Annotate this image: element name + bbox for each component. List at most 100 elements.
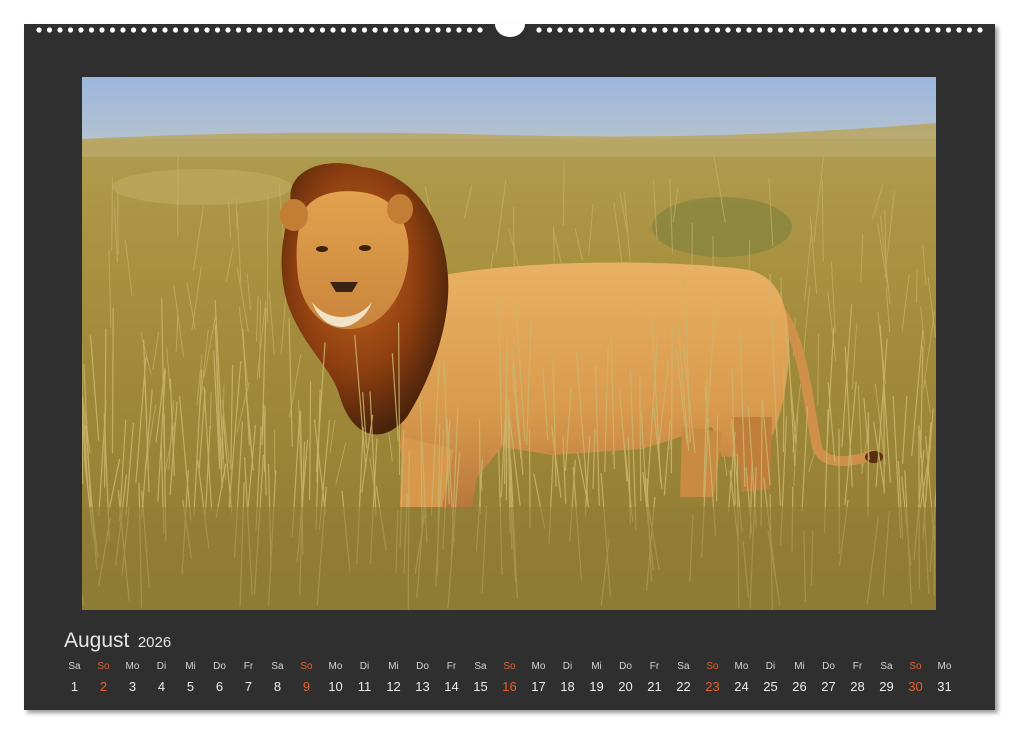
weekday-label: Di (562, 661, 573, 672)
binding-hole (851, 27, 857, 33)
binding-hole (935, 27, 941, 33)
grass-blade (82, 344, 84, 484)
binding-hole (99, 27, 105, 33)
weekday-label: Mi (185, 661, 196, 672)
binding-hole (477, 27, 483, 33)
binding-hole (403, 27, 410, 33)
binding-hole (746, 27, 752, 33)
binding-hole (67, 27, 74, 33)
binding-hole (966, 27, 973, 33)
binding-hole (151, 27, 158, 33)
binding-hole (57, 27, 63, 33)
day-number: 16 (502, 679, 517, 694)
day-number: 6 (215, 679, 224, 694)
spiral-binding (24, 24, 995, 38)
binding-hole (683, 27, 689, 33)
binding-hole (214, 27, 221, 33)
weekday-label: Sa (271, 661, 284, 672)
weekday-label: So (300, 661, 313, 672)
binding-hole (309, 27, 315, 33)
weekday-label: Sa (68, 661, 81, 672)
day-cell: Sa 1 (60, 660, 89, 700)
day-cell: Do 27 (814, 660, 843, 700)
binding-hole (267, 27, 273, 33)
day-number: 19 (589, 679, 604, 694)
grass-blade (267, 195, 269, 254)
binding-hole (88, 27, 95, 33)
grass-blade (111, 307, 114, 454)
binding-hole (809, 27, 815, 33)
binding-hole (599, 27, 605, 33)
binding-hole (788, 27, 794, 33)
binding-hole (840, 27, 847, 33)
day-cell: Mo 17 (524, 660, 553, 700)
day-cell: Sa 22 (669, 660, 698, 700)
binding-hole (777, 27, 784, 33)
month-year: 2026 (137, 634, 172, 651)
day-cell: Do 13 (408, 660, 437, 700)
binding-hole (361, 27, 368, 33)
weekday-label: Mi (794, 661, 805, 672)
binding-holes (36, 24, 983, 37)
binding-hole (651, 27, 658, 33)
day-cell: Mi 26 (785, 660, 814, 700)
binding-hole (620, 27, 626, 33)
binding-hole (36, 27, 42, 33)
day-number: 14 (444, 679, 459, 694)
day-cell: Sa 8 (263, 660, 292, 700)
binding-hole (735, 27, 742, 33)
weekday-label: Fr (649, 661, 660, 672)
binding-hole (641, 27, 647, 33)
binding-hole (393, 27, 399, 33)
day-cell: Sa 15 (466, 660, 495, 700)
weekday-label: Sa (880, 661, 893, 672)
day-cell: Di 18 (553, 660, 582, 700)
day-cell: Do 6 (205, 660, 234, 700)
binding-hole (662, 27, 668, 33)
wall-calendar-page: August 2026 Sa 1 So 2 Mo 3 Di 4 Mi 5 Do 6 Fr 7 Sa 8 So 9 M… (24, 24, 995, 710)
weekday-label: Di (359, 661, 370, 672)
day-cell: Fr 21 (640, 660, 669, 700)
day-number: 10 (328, 679, 343, 694)
day-cell: Di 4 (147, 660, 176, 700)
day-number: 31 (937, 679, 952, 694)
binding-hole (893, 27, 899, 33)
day-cell: Mi 19 (582, 660, 611, 700)
weekday-label: So (503, 661, 516, 672)
binding-hole (903, 27, 910, 33)
lion-photo-image (82, 77, 936, 610)
day-number: 23 (705, 679, 720, 694)
day-cell: Sa 29 (872, 660, 901, 700)
binding-hole (183, 27, 189, 33)
month-name: August (64, 629, 130, 652)
weekday-label: Fr (243, 661, 254, 672)
day-number: 15 (473, 679, 488, 694)
day-cell: So 16 (495, 660, 524, 700)
binding-hole (714, 27, 721, 33)
binding-hole (424, 27, 431, 33)
weekday-label: Mo (328, 661, 343, 672)
binding-hole (704, 27, 710, 33)
day-cell: Mo 31 (930, 660, 959, 700)
weekday-label: So (909, 661, 922, 672)
binding-hole (693, 27, 700, 33)
grass-blade (782, 363, 785, 453)
binding-hole (756, 27, 763, 33)
day-number: 3 (128, 679, 137, 694)
day-number: 25 (763, 679, 778, 694)
weekday-label: Sa (677, 661, 690, 672)
binding-hole (162, 27, 168, 33)
binding-hole (861, 27, 868, 33)
day-cell: So 2 (89, 660, 118, 700)
binding-hole (130, 27, 137, 33)
day-cell: So 23 (698, 660, 727, 700)
binding-hole (882, 27, 889, 33)
weekday-label: Fr (852, 661, 863, 672)
day-number: 21 (647, 679, 662, 694)
binding-hole (298, 27, 305, 33)
weekday-label: Do (416, 661, 429, 672)
binding-hole (445, 27, 452, 33)
weekday-label: So (97, 661, 110, 672)
binding-hole (914, 27, 920, 33)
day-number: 17 (531, 679, 546, 694)
